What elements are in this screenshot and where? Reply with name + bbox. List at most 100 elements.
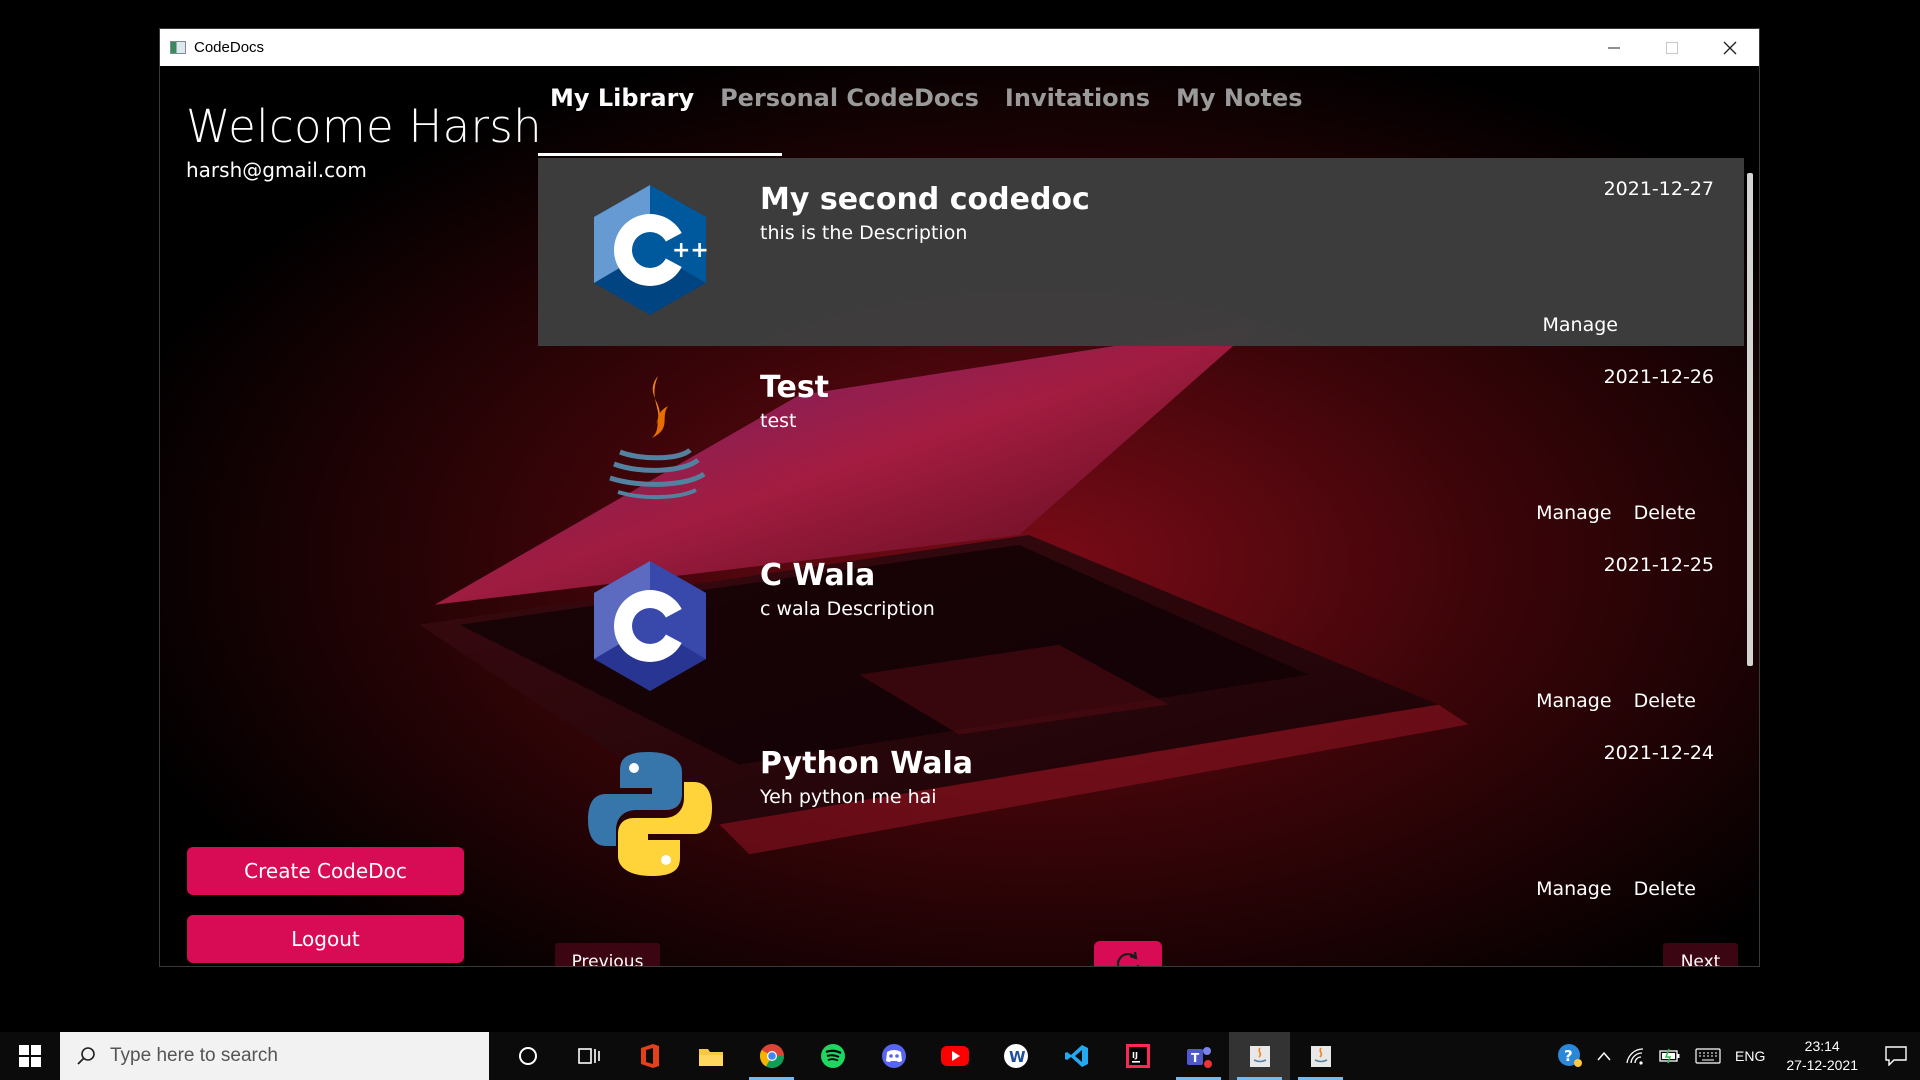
taskbar-chrome[interactable]	[741, 1032, 802, 1080]
taskbar-apps: W IJ T	[497, 1032, 1351, 1080]
svg-text:?: ?	[1564, 1047, 1573, 1065]
tab-invitations[interactable]: Invitations	[1005, 84, 1150, 120]
minimize-icon	[1608, 47, 1620, 48]
close-icon	[1723, 41, 1737, 54]
codedoc-actions: Manage Delete	[1536, 878, 1696, 900]
active-tab-indicator	[538, 153, 782, 156]
teams-icon: T	[1186, 1047, 1212, 1068]
codedoc-description: test	[760, 410, 797, 432]
tab-my-library[interactable]: My Library	[550, 84, 694, 120]
maximize-button[interactable]	[1643, 29, 1701, 66]
taskbar-search-box[interactable]: Type here to search	[60, 1032, 489, 1080]
taskbar-intellij[interactable]: IJ	[1107, 1032, 1168, 1080]
taskbar-office[interactable]	[619, 1032, 680, 1080]
codedoc-description: this is the Description	[760, 222, 968, 244]
tab-my-notes[interactable]: My Notes	[1176, 84, 1303, 120]
office-icon	[640, 1044, 659, 1068]
create-codedoc-button[interactable]: Create CodeDoc	[187, 847, 464, 895]
manage-button[interactable]: Manage	[1536, 878, 1611, 900]
folder-icon	[698, 1049, 723, 1066]
refresh-button[interactable]	[1094, 941, 1162, 966]
codedoc-date: 2021-12-24	[1603, 742, 1714, 764]
manage-button[interactable]: Manage	[1536, 690, 1611, 712]
window-title: CodeDocs	[194, 39, 265, 56]
cpp-logo-icon: ++	[580, 180, 720, 320]
taskbar-teams[interactable]: T	[1168, 1032, 1229, 1080]
next-button[interactable]: Next	[1663, 943, 1738, 966]
taskbar-discord[interactable]	[863, 1032, 924, 1080]
logout-button[interactable]: Logout	[187, 915, 464, 963]
task-view-icon	[577, 1048, 600, 1064]
java-app-icon	[1310, 1046, 1331, 1067]
codedoc-card[interactable]: C Wala c wala Description 2021-12-25 Man…	[538, 534, 1744, 722]
tab-personal-codedocs[interactable]: Personal CodeDocs	[720, 84, 979, 120]
manage-button[interactable]: Manage	[1543, 314, 1618, 336]
search-placeholder: Type here to search	[110, 1045, 278, 1066]
network-tray-button[interactable]	[1618, 1047, 1652, 1065]
codedoc-title: My second codedoc	[760, 182, 1090, 217]
python-logo-icon	[580, 744, 720, 884]
battery-charging-icon	[1659, 1048, 1680, 1064]
svg-text:T: T	[1191, 1051, 1200, 1065]
delete-button[interactable]: Delete	[1634, 878, 1696, 900]
codedoc-actions: Manage Delete	[1536, 502, 1696, 524]
wordpad-icon: W	[1003, 1044, 1028, 1068]
input-language[interactable]: ENG	[1728, 1048, 1772, 1064]
delete-button[interactable]: Delete	[1634, 690, 1696, 712]
manage-button[interactable]: Manage	[1536, 502, 1611, 524]
start-button[interactable]	[0, 1032, 60, 1080]
svg-text:++: ++	[672, 238, 709, 263]
taskbar-vscode[interactable]	[1046, 1032, 1107, 1080]
wifi-icon	[1626, 1048, 1644, 1065]
delete-button[interactable]: Delete	[1634, 502, 1696, 524]
search-icon	[77, 1047, 95, 1065]
app-window: CodeDocs Welcome Harsh harsh@gmail.com C…	[159, 28, 1760, 967]
action-center-button[interactable]	[1872, 1046, 1920, 1066]
app-icon	[170, 41, 186, 54]
taskbar-java-app[interactable]	[1290, 1032, 1351, 1080]
intellij-icon: IJ	[1125, 1044, 1150, 1068]
maximize-icon	[1666, 41, 1678, 54]
previous-button[interactable]: Previous	[555, 943, 660, 966]
taskbar: Type here to search W IJ T ? ENG 23:14 2…	[0, 1032, 1920, 1080]
clock-date: 27-12-2021	[1786, 1057, 1858, 1073]
help-icon: ?	[1558, 1044, 1583, 1067]
touch-keyboard-button[interactable]	[1688, 1048, 1728, 1064]
close-button[interactable]	[1701, 29, 1759, 66]
taskbar-wordpad[interactable]: W	[985, 1032, 1046, 1080]
cortana-button[interactable]	[497, 1032, 558, 1080]
codedoc-description: c wala Description	[760, 598, 935, 620]
codedoc-date: 2021-12-27	[1603, 178, 1714, 200]
taskbar-clock[interactable]: 23:14 27-12-2021	[1772, 1037, 1872, 1075]
spotify-icon	[820, 1044, 845, 1068]
task-view-button[interactable]	[558, 1032, 619, 1080]
codedoc-card[interactable]: ++ My second codedoc this is the Descrip…	[538, 158, 1744, 346]
show-hidden-icons-button[interactable]	[1590, 1051, 1618, 1061]
window-controls	[1585, 29, 1759, 66]
keyboard-icon	[1695, 1048, 1721, 1064]
scrollbar-thumb[interactable]	[1747, 173, 1753, 666]
codedoc-title: Python Wala	[760, 746, 974, 781]
refresh-icon	[1116, 951, 1140, 966]
codedoc-card[interactable]: Test test 2021-12-26 Manage Delete	[538, 346, 1744, 534]
c-logo-icon	[580, 556, 720, 696]
minimize-button[interactable]	[1585, 29, 1643, 66]
codedoc-title: C Wala	[760, 558, 876, 593]
taskbar-file-explorer[interactable]	[680, 1032, 741, 1080]
taskbar-java-app-active[interactable]	[1229, 1032, 1290, 1080]
client-area: Welcome Harsh harsh@gmail.com Create Cod…	[160, 66, 1759, 966]
chrome-icon	[759, 1044, 784, 1069]
battery-tray-button[interactable]	[1652, 1048, 1688, 1064]
taskbar-spotify[interactable]	[802, 1032, 863, 1080]
taskbar-youtube[interactable]	[924, 1032, 985, 1080]
help-tray-button[interactable]: ?	[1550, 1043, 1590, 1069]
java-logo-icon	[580, 368, 720, 508]
codedoc-actions: Manage Delete	[1536, 690, 1696, 712]
title-bar[interactable]: CodeDocs	[160, 29, 1759, 66]
codedoc-description: Yeh python me hai	[760, 786, 937, 808]
codedoc-card[interactable]: Python Wala Yeh python me hai 2021-12-24…	[538, 722, 1744, 910]
cortana-icon	[518, 1047, 537, 1065]
codedoc-date: 2021-12-25	[1603, 554, 1714, 576]
clock-time: 23:14	[1804, 1038, 1840, 1054]
system-tray: ? ENG 23:14 27-12-2021	[1550, 1032, 1920, 1080]
